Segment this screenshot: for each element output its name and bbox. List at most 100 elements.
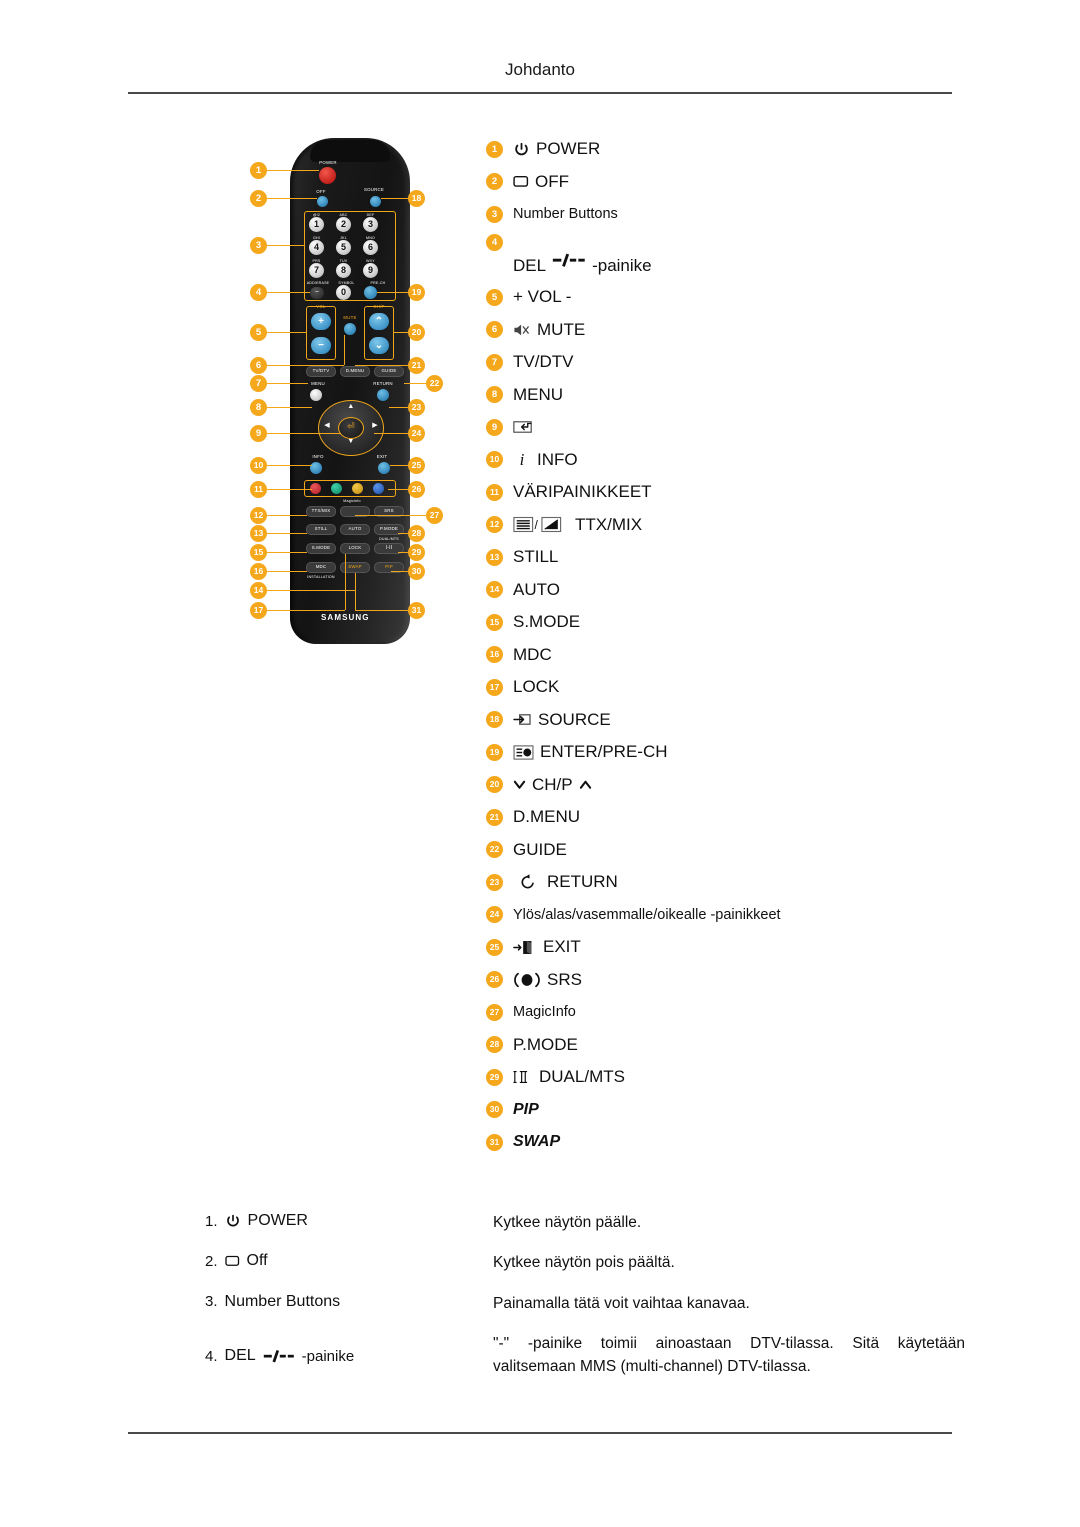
remote-auto-label: AUTO [348, 526, 362, 531]
legend-item-11: 11 VÄRIPAINIKKEET [486, 479, 1006, 505]
legend-label-25: EXIT [513, 937, 581, 957]
legend-badge-30: 30 [486, 1101, 503, 1118]
legend-label-29: DUAL/MTS [513, 1067, 625, 1087]
remote-key-letters-8: TUV [339, 259, 348, 263]
legend-badge-27: 27 [486, 1003, 503, 1021]
legend-item-2: 2 OFF [486, 169, 1006, 195]
legend-badge-19: 19 [486, 743, 503, 761]
callout-leader-12 [267, 515, 307, 517]
legend-label-23: RETURN [513, 872, 618, 892]
remote-ir-window [310, 140, 390, 162]
legend-badge-2: 2 [486, 173, 503, 190]
callout-leader-17-vertical [345, 554, 347, 610]
legend-label-4: DEL -painike [513, 253, 652, 278]
callout-badge-3: 3 [250, 237, 267, 254]
callout-leader-26 [388, 489, 408, 491]
description-term-3-text: Number Buttons [224, 1292, 341, 1310]
remote-key-letters-4: GHI [313, 236, 320, 240]
legend-item-8: 8 MENU [486, 382, 1006, 408]
callout-leader-17 [267, 610, 345, 612]
chevron-up-icon [579, 778, 592, 791]
callout-badge-19: 19 [408, 284, 425, 301]
remote-key-4: 4 [309, 240, 324, 255]
remote-guide-label: GUIDE [381, 368, 397, 373]
remote-smode-label: S.MODE [311, 545, 331, 550]
callout-leader-4 [267, 292, 310, 294]
callout-leader-23 [389, 407, 408, 409]
remote-color-blue [373, 483, 384, 494]
manual-page: Johdanto POWER OFF SOURCE 1 2 3 4 5 6 7 … [0, 0, 1080, 1527]
page-title: Johdanto [505, 60, 575, 79]
callout-badge-14: 14 [250, 582, 267, 599]
header-divider [128, 92, 952, 94]
callout-badge-26: 26 [408, 481, 425, 498]
description-term-4: 4. DEL -painike [205, 1347, 493, 1365]
srs-icon [513, 971, 541, 989]
remote-key-symbol-label: SYMBOL [338, 281, 355, 285]
legend-label-25-text: EXIT [543, 937, 581, 956]
remote-enter-glyph: ⏎ [347, 421, 355, 431]
legend-badge-10: 10 [486, 451, 503, 468]
callout-badge-27: 27 [426, 507, 443, 524]
remote-mute-label: MUTE [343, 315, 357, 320]
description-term-4-text: DEL [224, 1346, 256, 1364]
legend-badge-26: 26 [486, 971, 503, 988]
remote-key-2: 2 [336, 217, 351, 232]
remote-ttxmix-label: TTX/MIX [311, 508, 331, 513]
remote-pmode-label: P.MODE [380, 526, 398, 531]
legend-item-29: 29 DUAL/MTS [486, 1064, 1006, 1090]
callout-leader-9 [267, 433, 341, 435]
legend-label-26-text: SRS [547, 969, 582, 989]
legend-badge-22: 22 [486, 841, 503, 858]
description-row-3: 3. Number Buttons Painamalla tätä voit v… [205, 1293, 965, 1315]
remote-dmenu-label: D.MENU [345, 368, 365, 373]
off-icon [513, 175, 529, 188]
legend-label-30: PIP [513, 1100, 539, 1118]
remote-return-label: RETURN [373, 381, 393, 386]
callout-leader-19 [377, 292, 408, 294]
legend-badge-5: 5 [486, 288, 503, 306]
legend-item-7: 7 TV/DTV [486, 349, 1006, 375]
callout-badge-22: 22 [426, 375, 443, 392]
callout-leader-21 [355, 365, 408, 367]
legend-item-23: 23 RETURN [486, 869, 1006, 895]
callout-badge-12: 12 [250, 507, 267, 524]
remote-off-label: OFF [316, 189, 326, 194]
legend-item-1: 1 POWER [486, 136, 1006, 162]
description-number-2: 2. [205, 1252, 218, 1270]
legend-item-17: 17 LOCK [486, 674, 1006, 700]
callout-badge-16: 16 [250, 563, 267, 580]
legend-label-12: / TTX/MIX [513, 515, 642, 535]
callout-leader-3 [267, 245, 304, 247]
remote-power-label: POWER [319, 160, 337, 165]
description-row-4: 4. DEL -painike "-" -painike toimii aino… [205, 1333, 965, 1378]
footer-divider [128, 1432, 952, 1434]
legend-label-29-text: DUAL/MTS [539, 1067, 625, 1086]
legend-label-6-text: MUTE [537, 319, 586, 339]
description-term-1: 1. POWER [205, 1212, 493, 1230]
callout-badge-23: 23 [408, 399, 425, 416]
callout-leader-16 [267, 571, 307, 573]
callout-badge-15: 15 [250, 544, 267, 561]
remote-key-8: 8 [336, 263, 351, 278]
legend-badge-4: 4 [486, 233, 503, 251]
legend-label-16: MDC [513, 644, 552, 664]
remote-key-letters-1: @!2 [312, 213, 321, 217]
remote-del-sublabel: ADD/ERASE [306, 281, 330, 285]
mute-icon [513, 322, 531, 338]
callout-leader-27 [355, 515, 426, 517]
callout-leader-25 [390, 465, 408, 467]
legend-badge-12: 12 [486, 516, 503, 533]
callout-badge-2: 2 [250, 190, 267, 207]
ttx-mix-icon: / [513, 515, 569, 534]
legend-label-1-text: POWER [536, 139, 601, 158]
description-term-3: 3. Number Buttons [205, 1293, 493, 1311]
callout-badge-20: 20 [408, 324, 425, 341]
remote-chp-label: CH/P [373, 304, 385, 309]
remote-key-0: 0 [336, 285, 351, 300]
callout-leader-10 [267, 465, 312, 467]
remote-mute-button [344, 323, 356, 335]
callout-leader-11 [267, 489, 312, 491]
remote-power-button [319, 167, 336, 184]
legend-item-25: 25 EXIT [486, 934, 1006, 960]
